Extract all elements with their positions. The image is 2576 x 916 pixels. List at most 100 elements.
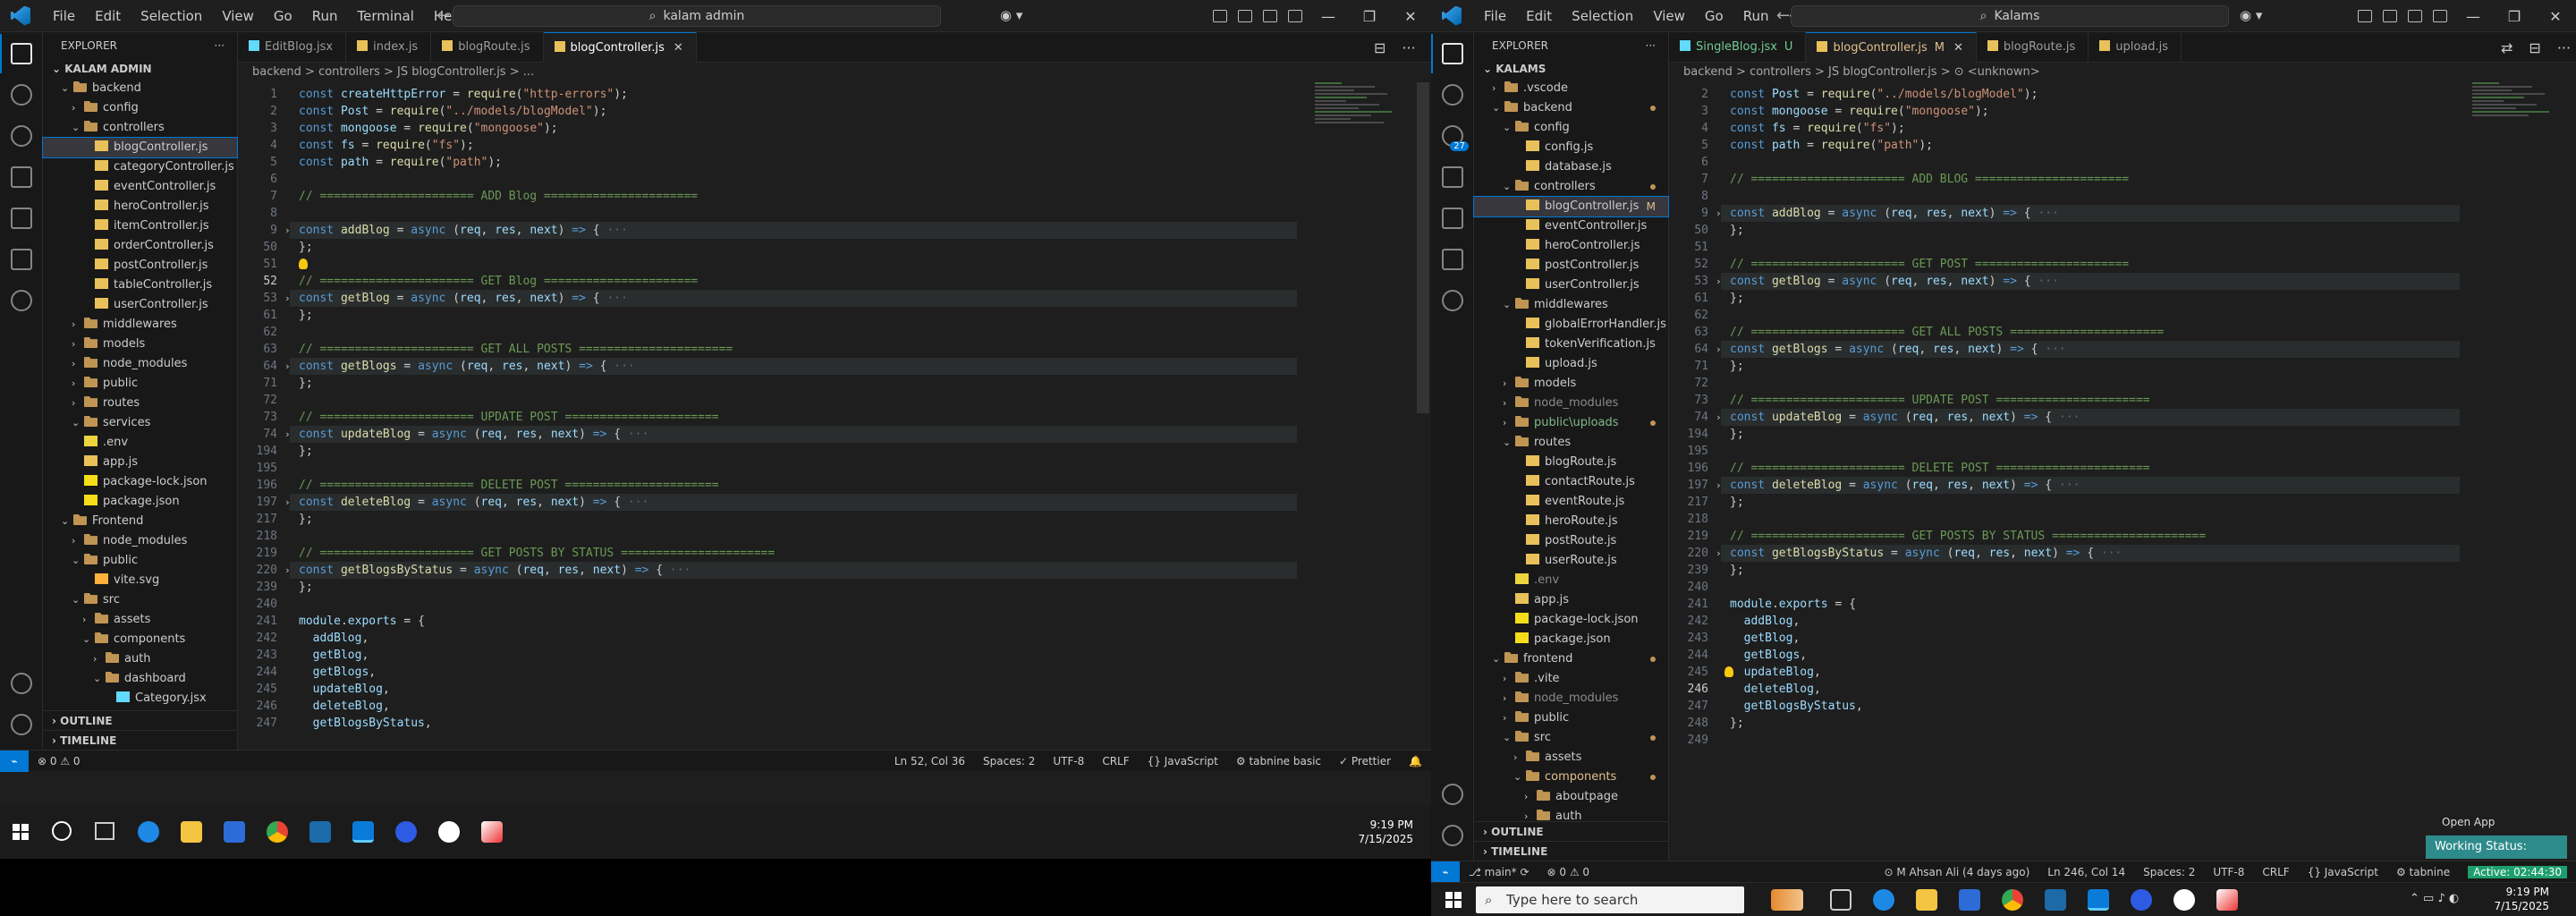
file-upload-js[interactable]: upload.js [1474,354,1668,374]
chrome-icon[interactable] [2002,889,2023,911]
file-categorycontroller-js[interactable]: categoryController.js [43,157,237,177]
file-tablecontroller-js[interactable]: tableController.js [43,276,237,295]
folder-middlewares[interactable]: › middlewares [43,315,237,335]
problems-count[interactable]: ⊗ 0 ⚠ 0 [38,755,80,768]
tabnine-status[interactable]: ⚙ tabnine basic [1236,755,1321,768]
windows-start-icon[interactable] [13,824,29,840]
folder-routes[interactable]: ⌄ routes [1474,433,1668,453]
menu-file[interactable]: File [1474,8,1516,24]
timeline-section[interactable]: › TIMELINE [1474,841,1668,861]
manage-gear-icon[interactable] [1442,825,1463,846]
windows-start-icon[interactable] [1445,892,1462,908]
working-status-badge[interactable]: Working Status: Active [2426,835,2567,877]
source-control-icon[interactable] [11,125,32,147]
folder-dashboard[interactable]: ⌄ dashboard [43,669,237,689]
folder--vite[interactable]: › .vite [1474,669,1668,689]
chrome-icon[interactable] [267,821,288,843]
prettier-status[interactable]: ✓ Prettier [1339,755,1391,768]
menu-selection[interactable]: Selection [131,8,212,24]
file-explorer-icon[interactable] [1916,889,1937,911]
minimap[interactable] [1311,82,1410,261]
cursor-position[interactable]: Ln 52, Col 36 [894,755,965,768]
file-package-lock-json[interactable]: package-lock.json [1474,610,1668,630]
file-database-js[interactable]: database.js [1474,157,1668,177]
git-blame[interactable]: ⊙ M Ahsan Ali (4 days ago) [1884,866,2029,878]
vscode-blue-icon[interactable] [2045,889,2066,911]
problems-count[interactable]: ⊗ 0 ⚠ 0 [1547,866,1590,878]
file-package-json[interactable]: package.json [43,492,237,512]
folder-public[interactable]: › public [1474,708,1668,728]
folder-components[interactable]: ⌄ components [1474,768,1668,787]
split-editor-icon[interactable]: ⊟ [1374,39,1385,56]
fold-chevron-icon[interactable]: › [284,494,291,511]
split-editor-icon[interactable]: ⊟ [2529,39,2540,56]
system-tray-icons[interactable]: ⌃ ▭ ♪ ◐ [2410,892,2459,905]
more-actions-icon[interactable]: ··· [1402,39,1415,56]
toggle-secondary-sidebar-icon[interactable] [2408,10,2422,22]
tab-singleblog-jsx[interactable]: SingleBlog.jsx U [1669,32,1807,63]
remote-explorer-icon[interactable] [11,249,32,270]
indentation[interactable]: Spaces: 2 [983,755,1035,768]
line-ending[interactable]: CRLF [2262,866,2289,878]
lightbulb-icon[interactable] [299,259,308,269]
compare-changes-icon[interactable]: ⇄ [2501,39,2512,56]
folder-config[interactable]: › config [43,98,237,118]
active-time-badge[interactable]: Active: 02:44:30 [2468,865,2567,878]
tab-editblog-jsx[interactable]: EditBlog.jsx [238,32,347,63]
fold-chevron-icon[interactable]: › [284,358,291,375]
file-tokenverification-js[interactable]: tokenVerification.js [1474,335,1668,354]
search-highlight-icon[interactable] [1771,889,1803,911]
menu-run[interactable]: Run [1733,8,1779,24]
zoom-icon[interactable] [395,821,417,843]
menu-terminal[interactable]: Terminal [348,8,424,24]
folder-assets[interactable]: › assets [1474,748,1668,768]
folder-node-modules[interactable]: › node_modules [1474,689,1668,708]
folder-frontend[interactable]: ⌄ frontend [1474,649,1668,669]
remote-indicator-icon[interactable]: ⌁ [0,750,29,772]
command-center-search[interactable]: ⌕ Kalams [1791,5,2229,27]
encoding[interactable]: UTF-8 [1053,755,1084,768]
folder-controllers[interactable]: ⌄ controllers [43,118,237,138]
windows-start-icon[interactable] [13,780,29,796]
file-eventcontroller-js[interactable]: eventController.js [43,177,237,197]
toggle-sidebar-icon[interactable] [1213,10,1227,22]
more-actions-icon[interactable]: ··· [215,32,225,59]
file-heroroute-js[interactable]: heroRoute.js [1474,512,1668,531]
search-icon[interactable] [1442,84,1463,106]
folder--vscode[interactable]: › .vscode [1474,79,1668,98]
workspace-root[interactable]: ⌄ KALAMS [1474,59,1668,79]
file-herocontroller-js[interactable]: heroController.js [1474,236,1668,256]
file-userroute-js[interactable]: userRoute.js [1474,551,1668,571]
tab-blogcontroller-js[interactable]: blogController.js M ✕ [1806,32,1977,63]
folder-node-modules[interactable]: › node_modules [1474,394,1668,413]
fold-chevron-icon[interactable]: › [1716,545,1722,562]
folder-src[interactable]: ⌄ src [43,590,237,610]
minimize-button[interactable]: — [1308,8,1349,25]
file-app-js[interactable]: app.js [43,453,237,472]
mongodb-icon[interactable] [1442,290,1463,311]
menu-edit[interactable]: Edit [1516,8,1562,24]
fold-chevron-icon[interactable]: › [284,562,291,579]
tidal-icon[interactable] [2174,889,2195,911]
tidal-icon[interactable] [438,821,460,843]
more-actions-icon[interactable]: ··· [2557,39,2571,56]
file-postcontroller-js[interactable]: postController.js [1474,256,1668,276]
app-icon[interactable] [2216,889,2238,911]
extensions-icon[interactable] [11,208,32,229]
menu-go[interactable]: Go [1695,8,1733,24]
back-arrow-icon[interactable]: ← [1776,6,1790,25]
close-button[interactable]: ✕ [2535,8,2576,25]
file--env[interactable]: .env [1474,571,1668,590]
tabnine-status[interactable]: ⚙ tabnine [2396,866,2450,878]
folder-node-modules[interactable]: › node_modules [43,354,237,374]
workspace-root[interactable]: ⌄ KALAM ADMIN [43,59,237,79]
zoom-icon[interactable] [2131,889,2152,911]
fold-chevron-icon[interactable]: › [284,426,291,443]
indentation[interactable]: Spaces: 2 [2143,866,2195,878]
command-center-search[interactable]: ⌕ kalam admin [453,5,941,27]
tab-upload-js[interactable]: upload.js [2089,32,2182,63]
editor-scrollbar[interactable] [1417,82,1429,413]
account-icon[interactable] [11,673,32,694]
file-package-lock-json[interactable]: package-lock.json [43,472,237,492]
file-usercontroller-js[interactable]: userController.js [1474,276,1668,295]
